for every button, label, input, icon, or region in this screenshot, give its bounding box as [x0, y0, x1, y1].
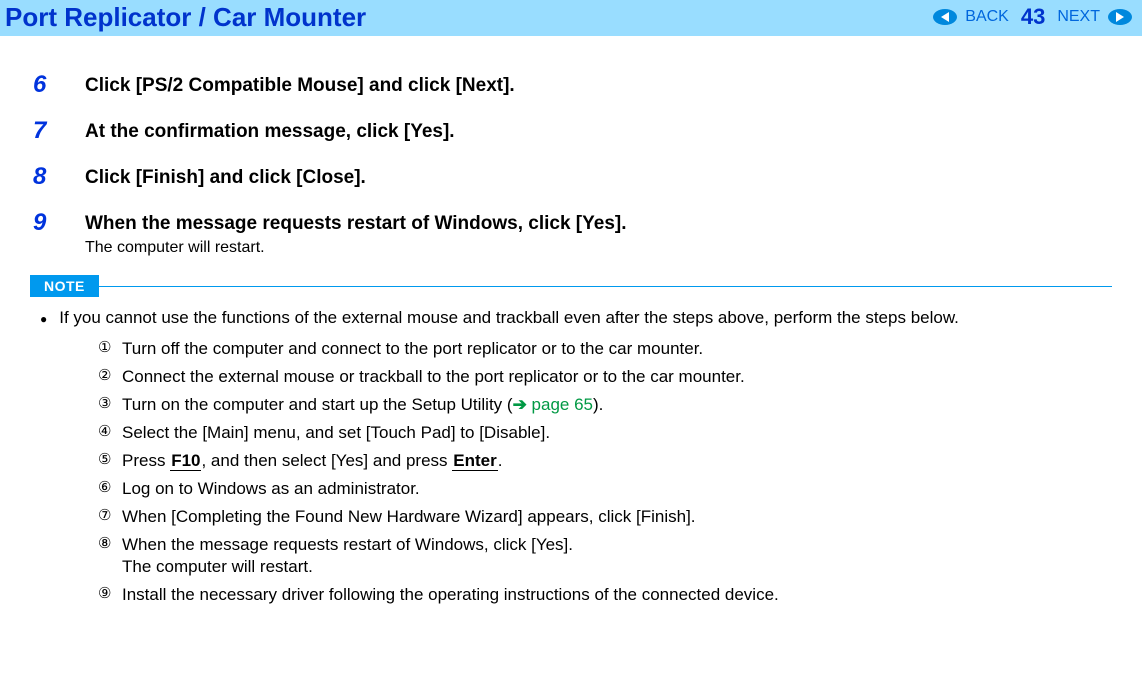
back-arrow-icon[interactable] [933, 9, 957, 25]
step-label: Click [PS/2 Compatible Mouse] and click … [85, 71, 515, 97]
note-header: NOTE [30, 275, 1112, 297]
sub-num-7: ⑦ [98, 506, 122, 524]
back-button[interactable]: BACK [965, 8, 1009, 26]
step-number: 9 [30, 209, 85, 237]
note-content: ● If you cannot use the functions of the… [40, 307, 1112, 607]
sub-text-8: When the message requests restart of Win… [122, 534, 573, 580]
sub3-post: ). [593, 395, 603, 414]
sub-num-1: ① [98, 338, 122, 356]
sub-num-6: ⑥ [98, 478, 122, 496]
step-label: At the confirmation message, click [Yes]… [85, 117, 455, 143]
sub-num-2: ② [98, 366, 122, 384]
sub-num-5: ⑤ [98, 450, 122, 468]
sub-text-4: Select the [Main] menu, and set [Touch P… [122, 422, 550, 445]
next-button[interactable]: NEXT [1057, 8, 1100, 26]
step-number: 7 [30, 117, 85, 145]
note-divider [99, 286, 1112, 287]
key-enter: Enter [452, 451, 497, 471]
sub-list: ① Turn off the computer and connect to t… [98, 338, 1112, 607]
step-label: When the message requests restart of Win… [85, 209, 627, 235]
sub-item-2: ② Connect the external mouse or trackbal… [98, 366, 1112, 389]
step-label: Click [Finish] and click [Close]. [85, 163, 366, 189]
sub-item-4: ④ Select the [Main] menu, and set [Touch… [98, 422, 1112, 445]
sub8a: When the message requests restart of Win… [122, 535, 573, 554]
sub-num-8: ⑧ [98, 534, 122, 552]
next-arrow-icon[interactable] [1108, 9, 1132, 25]
step-8: 8 Click [Finish] and click [Close]. [30, 163, 1112, 191]
sub3-pre: Turn on the computer and start up the Se… [122, 395, 513, 414]
sub-text-2: Connect the external mouse or trackball … [122, 366, 745, 389]
step-7: 7 At the confirmation message, click [Ye… [30, 117, 1112, 145]
sub8b: The computer will restart. [122, 557, 313, 576]
page-link[interactable]: page 65 [527, 395, 593, 414]
bullet-text: If you cannot use the functions of the e… [59, 307, 959, 330]
sub-item-5: ⑤ Press F10, and then select [Yes] and p… [98, 450, 1112, 473]
link-arrow-icon: ➔ [513, 395, 527, 414]
nav-controls: BACK 43 NEXT [933, 4, 1132, 30]
page-title: Port Replicator / Car Mounter [5, 2, 366, 33]
sub-text-6: Log on to Windows as an administrator. [122, 478, 420, 501]
sub-item-6: ⑥ Log on to Windows as an administrator. [98, 478, 1112, 501]
sub-item-1: ① Turn off the computer and connect to t… [98, 338, 1112, 361]
content-area: 6 Click [PS/2 Compatible Mouse] and clic… [0, 36, 1142, 607]
sub5-mid: , and then select [Yes] and press [201, 451, 452, 470]
note-badge: NOTE [30, 275, 99, 297]
sub-item-9: ⑨ Install the necessary driver following… [98, 584, 1112, 607]
key-f10: F10 [170, 451, 201, 471]
step-number: 8 [30, 163, 85, 191]
sub-num-3: ③ [98, 394, 122, 412]
step-9: 9 When the message requests restart of W… [30, 209, 1112, 257]
sub-text-9: Install the necessary driver following t… [122, 584, 779, 607]
step-subtext: The computer will restart. [85, 239, 627, 257]
sub-num-9: ⑨ [98, 584, 122, 602]
sub-text-7: When [Completing the Found New Hardware … [122, 506, 696, 529]
sub-item-7: ⑦ When [Completing the Found New Hardwar… [98, 506, 1112, 529]
sub-text-1: Turn off the computer and connect to the… [122, 338, 703, 361]
sub-text-5: Press F10, and then select [Yes] and pre… [122, 450, 502, 473]
sub-item-8: ⑧ When the message requests restart of W… [98, 534, 1112, 580]
sub5-pre: Press [122, 451, 170, 470]
header-bar: Port Replicator / Car Mounter BACK 43 NE… [0, 0, 1142, 36]
bullet-item: ● If you cannot use the functions of the… [40, 307, 1112, 330]
step-number: 6 [30, 71, 85, 99]
sub-num-4: ④ [98, 422, 122, 440]
sub5-post: . [498, 451, 503, 470]
sub-text-3: Turn on the computer and start up the Se… [122, 394, 603, 417]
sub-item-3: ③ Turn on the computer and start up the … [98, 394, 1112, 417]
bullet-icon: ● [40, 312, 47, 326]
page-number: 43 [1021, 4, 1045, 30]
step-6: 6 Click [PS/2 Compatible Mouse] and clic… [30, 71, 1112, 99]
